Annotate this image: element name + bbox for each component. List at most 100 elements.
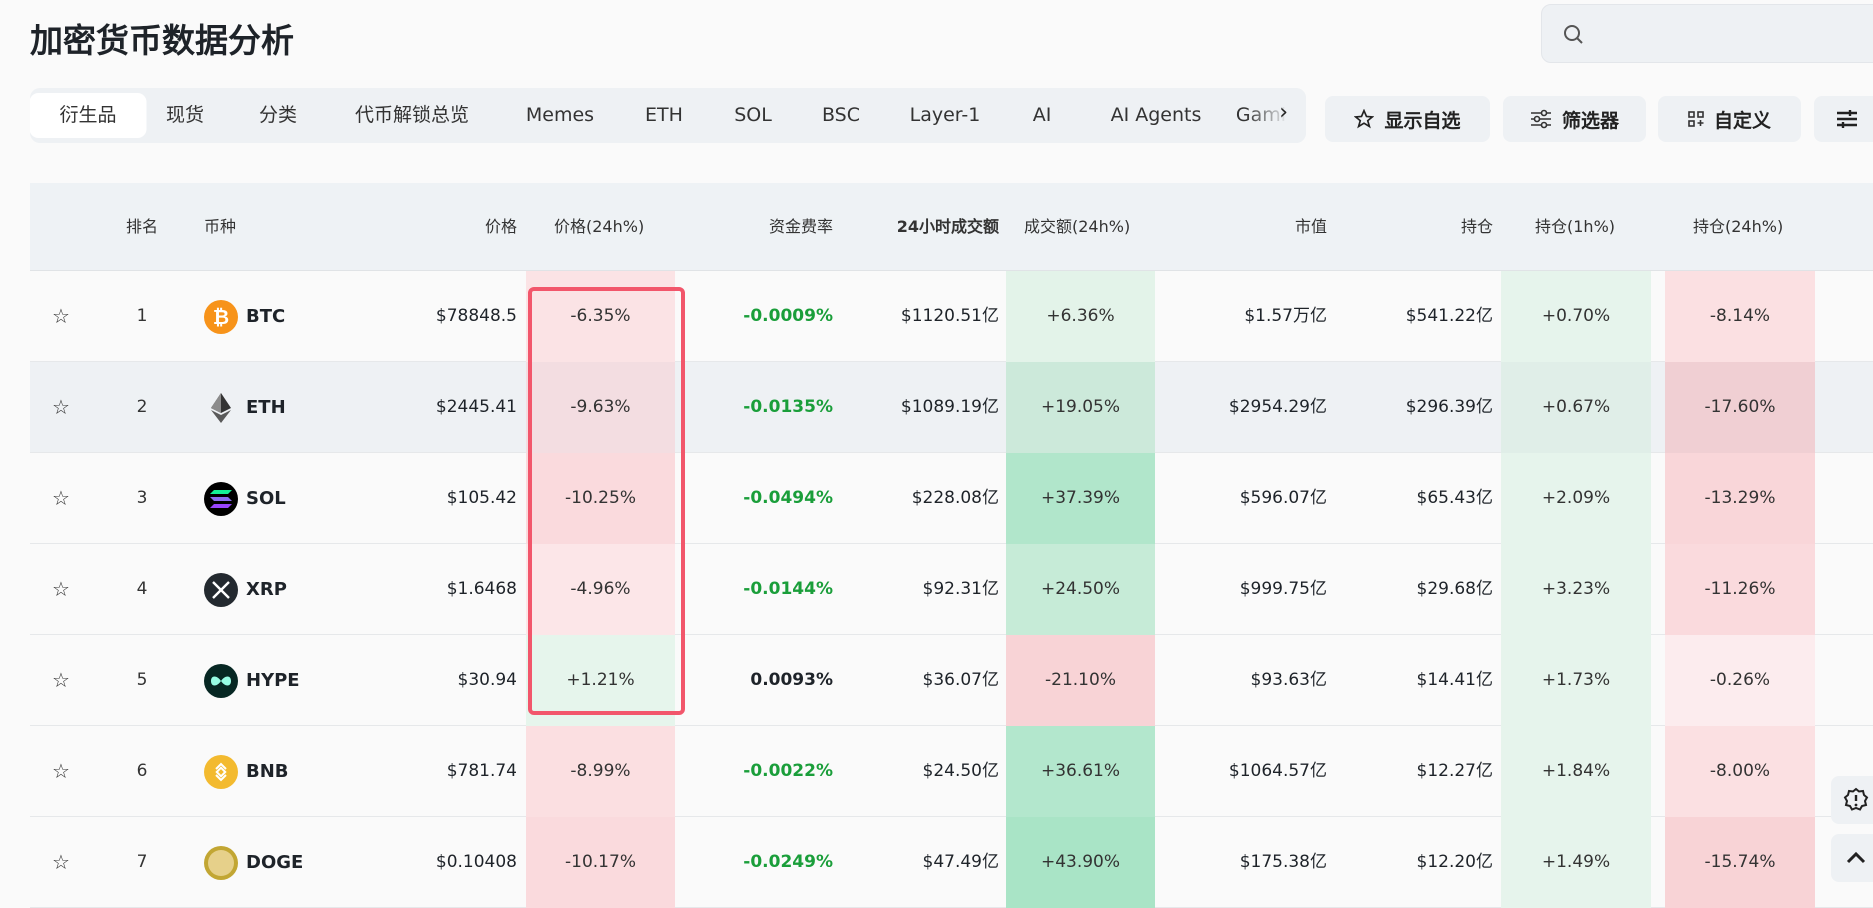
volume-change-cell: +19.05% bbox=[1006, 362, 1155, 453]
search-input[interactable] bbox=[1541, 4, 1873, 63]
tab-衍生品[interactable]: 衍生品 bbox=[30, 93, 147, 138]
price-24h-cell: -10.17% bbox=[526, 817, 675, 908]
price-24h-highlight-box bbox=[528, 287, 685, 715]
tab-eth[interactable]: ETH bbox=[615, 93, 713, 138]
star-icon[interactable]: ☆ bbox=[52, 271, 70, 362]
feedback-button[interactable] bbox=[1831, 776, 1873, 824]
rank-cell: 1 bbox=[136, 306, 148, 326]
solana-icon bbox=[204, 482, 238, 516]
col-price-24h[interactable]: 价格(24h%) bbox=[554, 183, 644, 271]
oi-1h-cell: +2.09% bbox=[1501, 453, 1651, 544]
price-cell: $2445.41 bbox=[435, 397, 517, 417]
col-open-interest[interactable]: 持仓 bbox=[1461, 183, 1493, 271]
tab-代币解锁总览[interactable]: 代币解锁总览 bbox=[325, 93, 499, 138]
category-tabs: GamingAI AgentsAILayer-1BSCSOLETHMemes代币… bbox=[30, 88, 1306, 143]
market-cap-cell: $93.63亿 bbox=[1250, 670, 1327, 690]
hyperliquid-icon bbox=[204, 664, 238, 698]
oi-1h-cell: +0.70% bbox=[1501, 271, 1651, 362]
price-cell: $78848.5 bbox=[435, 306, 517, 326]
market-cap-cell: $596.07亿 bbox=[1239, 488, 1327, 508]
chevron-right-icon[interactable]: › bbox=[1279, 100, 1288, 125]
tab-sol[interactable]: SOL bbox=[704, 93, 802, 138]
volume-change-cell: -21.10% bbox=[1006, 635, 1155, 726]
show-watchlist-label: 显示自选 bbox=[1384, 109, 1461, 132]
coin-name[interactable]: ETH bbox=[246, 362, 286, 453]
open-interest-cell: $29.68亿 bbox=[1416, 579, 1493, 599]
coin-name[interactable]: DOGE bbox=[246, 817, 303, 908]
tab-layer-1[interactable]: Layer-1 bbox=[880, 93, 1011, 138]
star-icon[interactable]: ☆ bbox=[52, 362, 70, 453]
oi-24h-cell: -15.74% bbox=[1665, 817, 1815, 908]
volume-cell: $1089.19亿 bbox=[900, 397, 999, 417]
oi-24h-cell: -8.00% bbox=[1665, 726, 1815, 817]
star-icon[interactable]: ☆ bbox=[52, 544, 70, 635]
open-interest-cell: $12.20亿 bbox=[1416, 852, 1493, 872]
open-interest-cell: $296.39亿 bbox=[1405, 397, 1493, 417]
settings-button[interactable] bbox=[1814, 96, 1873, 142]
coin-name[interactable]: SOL bbox=[246, 453, 286, 544]
table-row[interactable]: +1.21% -21.10% +1.73% -0.26% ☆ 5 HYPE $3… bbox=[30, 635, 1873, 726]
coin-name[interactable]: BNB bbox=[246, 726, 289, 817]
col-rank[interactable]: 排名 bbox=[126, 183, 158, 271]
filter-button[interactable]: 筛选器 bbox=[1503, 96, 1646, 142]
col-market-cap[interactable]: 市值 bbox=[1295, 183, 1327, 271]
table-row[interactable]: -10.25% +37.39% +2.09% -13.29% ☆ 3 SOL $… bbox=[30, 453, 1873, 544]
funding-rate-cell: -0.0135% bbox=[743, 397, 833, 417]
tab-分类[interactable]: 分类 bbox=[229, 93, 327, 138]
col-oi-24h[interactable]: 持仓(24h%) bbox=[1693, 183, 1783, 271]
rank-cell: 6 bbox=[136, 761, 148, 781]
table-row[interactable]: -6.35% +6.36% +0.70% -8.14% ☆ 1 ₿ BTC $7… bbox=[30, 271, 1873, 362]
volume-change-cell: +6.36% bbox=[1006, 271, 1155, 362]
show-watchlist-button[interactable]: 显示自选 bbox=[1325, 96, 1490, 142]
volume-change-cell: +24.50% bbox=[1006, 544, 1155, 635]
market-cap-cell: $1.57万亿 bbox=[1244, 306, 1327, 326]
alert-badge-icon bbox=[1843, 787, 1869, 811]
funding-rate-cell: -0.0009% bbox=[743, 306, 833, 326]
oi-24h-cell: -17.60% bbox=[1665, 362, 1815, 453]
oi-1h-cell: +0.67% bbox=[1501, 362, 1651, 453]
star-icon[interactable]: ☆ bbox=[52, 726, 70, 817]
scroll-top-button[interactable] bbox=[1831, 834, 1873, 882]
market-cap-cell: $999.75亿 bbox=[1239, 579, 1327, 599]
star-icon[interactable]: ☆ bbox=[52, 635, 70, 726]
tab-现货[interactable]: 现货 bbox=[136, 93, 234, 138]
col-coin[interactable]: 币种 bbox=[204, 183, 236, 271]
tab-ai[interactable]: AI bbox=[1003, 93, 1082, 138]
coin-name[interactable]: XRP bbox=[246, 544, 287, 635]
tab-bsc[interactable]: BSC bbox=[792, 93, 890, 138]
sliders-icon bbox=[1530, 109, 1551, 129]
volume-cell: $36.07亿 bbox=[922, 670, 999, 690]
customize-button[interactable]: 自定义 bbox=[1658, 96, 1801, 142]
coin-name[interactable]: BTC bbox=[246, 271, 285, 362]
page-title: 加密货币数据分析 bbox=[30, 21, 294, 60]
open-interest-cell: $12.27亿 bbox=[1416, 761, 1493, 781]
funding-rate-cell: -0.0144% bbox=[743, 579, 833, 599]
oi-24h-cell: -8.14% bbox=[1665, 271, 1815, 362]
col-funding-rate[interactable]: 资金费率 bbox=[769, 183, 833, 271]
bnb-icon bbox=[204, 755, 238, 789]
col-volume-change[interactable]: 成交额(24h%) bbox=[1024, 183, 1130, 271]
table-row[interactable]: -9.63% +19.05% +0.67% -17.60% ☆ 2 ETH $2… bbox=[30, 362, 1873, 453]
col-oi-1h[interactable]: 持仓(1h%) bbox=[1535, 183, 1615, 271]
rank-cell: 5 bbox=[136, 670, 148, 690]
search-icon bbox=[1564, 25, 1583, 44]
volume-cell: $47.49亿 bbox=[922, 852, 999, 872]
table-row[interactable]: -10.17% +43.90% +1.49% -15.74% ☆ 7 DOGE … bbox=[30, 817, 1873, 908]
rank-cell: 4 bbox=[136, 579, 148, 599]
star-icon[interactable]: ☆ bbox=[52, 453, 70, 544]
bitcoin-icon: ₿ bbox=[204, 300, 238, 334]
volume-cell: $228.08亿 bbox=[911, 488, 999, 508]
tab-ai-agents[interactable]: AI Agents bbox=[1081, 93, 1232, 138]
tab-memes[interactable]: Memes bbox=[496, 93, 624, 138]
coin-name[interactable]: HYPE bbox=[246, 635, 300, 726]
oi-24h-cell: -11.26% bbox=[1665, 544, 1815, 635]
star-icon[interactable]: ☆ bbox=[52, 817, 70, 908]
col-24h-volume[interactable]: 24小时成交额 bbox=[897, 183, 999, 271]
xrp-icon bbox=[204, 573, 238, 607]
price-cell: $1.6468 bbox=[446, 579, 517, 599]
oi-24h-cell: -13.29% bbox=[1665, 453, 1815, 544]
table-row[interactable]: -8.99% +36.61% +1.84% -8.00% ☆ 6 BNB $78… bbox=[30, 726, 1873, 817]
col-price[interactable]: 价格 bbox=[485, 183, 517, 271]
grid-plus-icon bbox=[1688, 111, 1704, 127]
table-row[interactable]: -4.96% +24.50% +3.23% -11.26% ☆ 4 XRP $1… bbox=[30, 544, 1873, 635]
